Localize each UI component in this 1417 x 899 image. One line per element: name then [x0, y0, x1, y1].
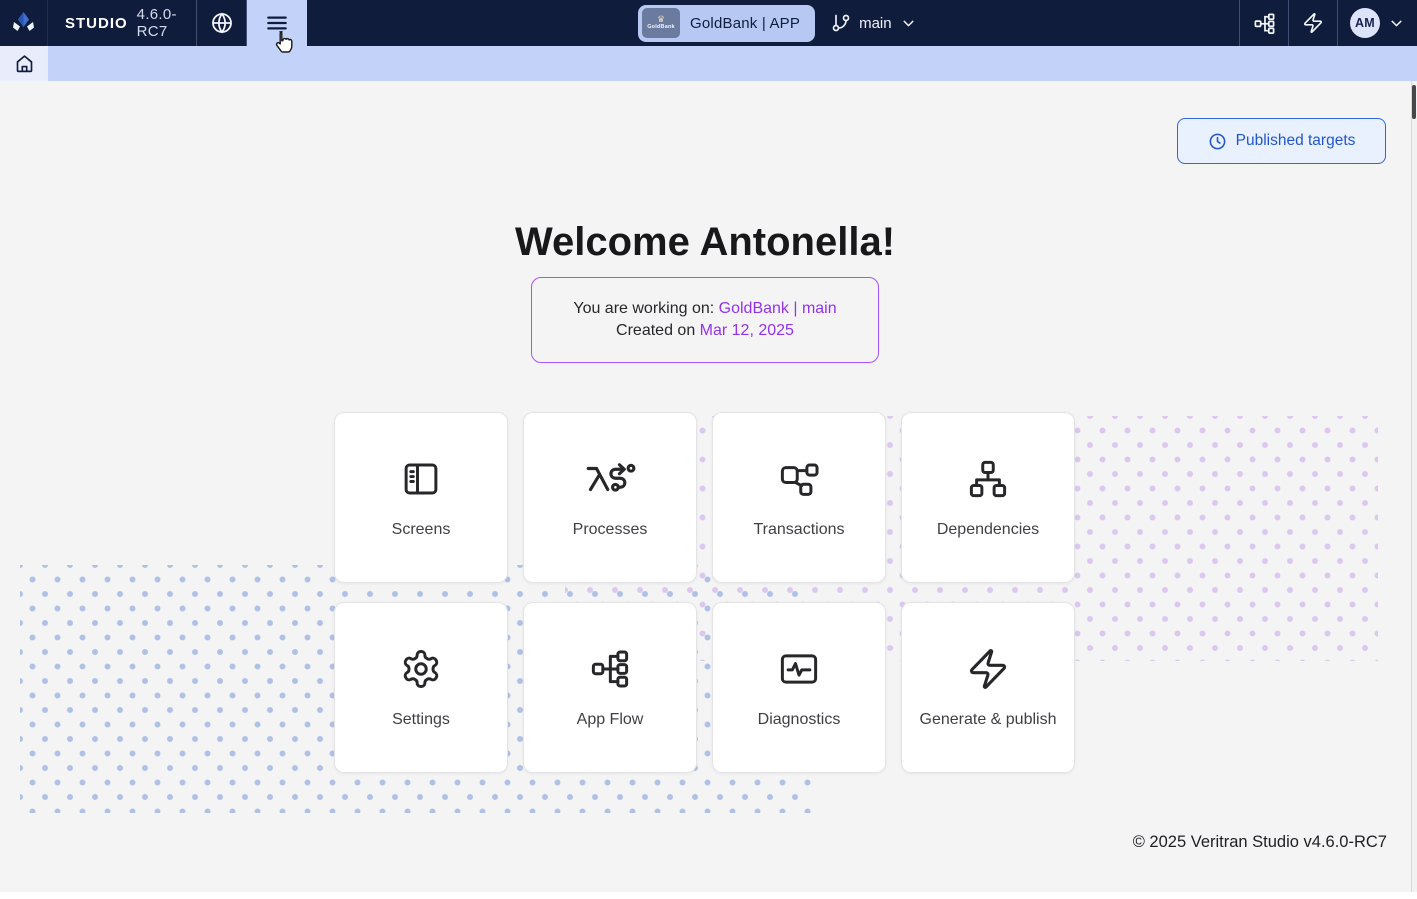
published-targets-label: Published targets: [1236, 132, 1356, 150]
project-link[interactable]: GoldBank | main: [719, 300, 837, 317]
card-generate-publish[interactable]: Generate & publish: [901, 602, 1075, 773]
home-tab[interactable]: [0, 46, 48, 81]
card-label: App Flow: [577, 711, 644, 729]
card-diagnostics[interactable]: Diagnostics: [712, 602, 886, 773]
branch-label: main: [859, 15, 892, 32]
tab-bar: [0, 46, 1417, 81]
card-label: Screens: [392, 521, 451, 539]
app-flow-icon: [589, 648, 631, 690]
git-branch-icon: [831, 13, 851, 33]
processes-icon: [580, 458, 640, 500]
chevron-down-icon: [900, 15, 917, 32]
published-targets-button[interactable]: Published targets: [1177, 118, 1386, 164]
card-app-flow[interactable]: App Flow: [523, 602, 697, 773]
feature-card-grid: Screens Processes Transactions Dependencies…: [334, 412, 1075, 773]
app-selector-label: GoldBank | APP: [690, 15, 800, 32]
branch-selector[interactable]: main: [831, 13, 917, 33]
app-selector[interactable]: ♛ GoldBank GoldBank | APP: [638, 5, 815, 42]
top-navbar: STUDIO 4.6.0-RC7 ♛ GoldBank GoldBank | A…: [0, 0, 1417, 46]
card-screens[interactable]: Screens: [334, 412, 508, 583]
brand-name: STUDIO: [65, 15, 128, 32]
app-window: STUDIO 4.6.0-RC7 ♛ GoldBank GoldBank | A…: [0, 0, 1417, 899]
scrollbar-thumb[interactable]: [1412, 85, 1416, 119]
chevron-down-icon: [1388, 15, 1405, 32]
language-globe-button[interactable]: [197, 0, 246, 46]
card-processes[interactable]: Processes: [523, 412, 697, 583]
topbar-center: ♛ GoldBank GoldBank | APP main: [638, 0, 917, 46]
working-on-prefix: You are working on:: [573, 300, 718, 317]
user-menu[interactable]: AM: [1338, 0, 1417, 46]
page-title: Welcome Antonella!: [0, 220, 1410, 265]
transactions-icon: [777, 458, 821, 500]
clock-icon: [1208, 132, 1227, 151]
card-label: Transactions: [754, 521, 845, 539]
card-label: Processes: [573, 521, 648, 539]
crown-icon: ♛: [657, 15, 665, 24]
copyright-note: © 2025 Veritran Studio v4.6.0-RC7: [1133, 833, 1387, 852]
veritran-logo-icon: [10, 10, 37, 37]
vertical-scrollbar[interactable]: [1411, 81, 1417, 892]
veritran-logo[interactable]: [0, 0, 48, 46]
card-transactions[interactable]: Transactions: [712, 412, 886, 583]
environments-button[interactable]: [1240, 0, 1288, 46]
window-bottom-edge: [0, 892, 1417, 899]
card-settings[interactable]: Settings: [334, 602, 508, 773]
working-on-box: You are working on: GoldBank | main Crea…: [531, 277, 879, 363]
card-dependencies[interactable]: Dependencies: [901, 412, 1075, 583]
hamburger-menu-icon: [264, 10, 290, 36]
topbar-right: AM: [1239, 0, 1417, 46]
settings-icon: [400, 648, 442, 690]
created-on-line: Created on Mar 12, 2025: [616, 322, 794, 340]
globe-icon: [210, 11, 234, 35]
avatar[interactable]: AM: [1350, 8, 1380, 38]
card-label: Dependencies: [937, 521, 1039, 539]
created-date: Mar 12, 2025: [700, 322, 794, 339]
goldbank-logo-text: GoldBank: [647, 25, 675, 31]
zap-icon: [1302, 12, 1324, 34]
goldbank-logo: ♛ GoldBank: [642, 8, 680, 38]
quick-actions-button[interactable]: [1289, 0, 1337, 46]
diagnostics-icon: [777, 648, 821, 690]
created-on-prefix: Created on: [616, 322, 700, 339]
dependencies-icon: [967, 458, 1009, 500]
screens-icon: [400, 458, 442, 500]
generate-publish-icon: [966, 648, 1010, 690]
working-on-line: You are working on: GoldBank | main: [573, 300, 836, 318]
card-label: Settings: [392, 711, 450, 729]
card-label: Diagnostics: [758, 711, 841, 729]
main-menu-button[interactable]: [247, 0, 307, 46]
home-icon: [14, 53, 35, 74]
card-label: Generate & publish: [920, 711, 1057, 729]
brand-area: STUDIO 4.6.0-RC7: [48, 0, 196, 46]
hierarchy-icon: [1253, 12, 1276, 35]
brand-version: 4.6.0-RC7: [137, 6, 196, 40]
